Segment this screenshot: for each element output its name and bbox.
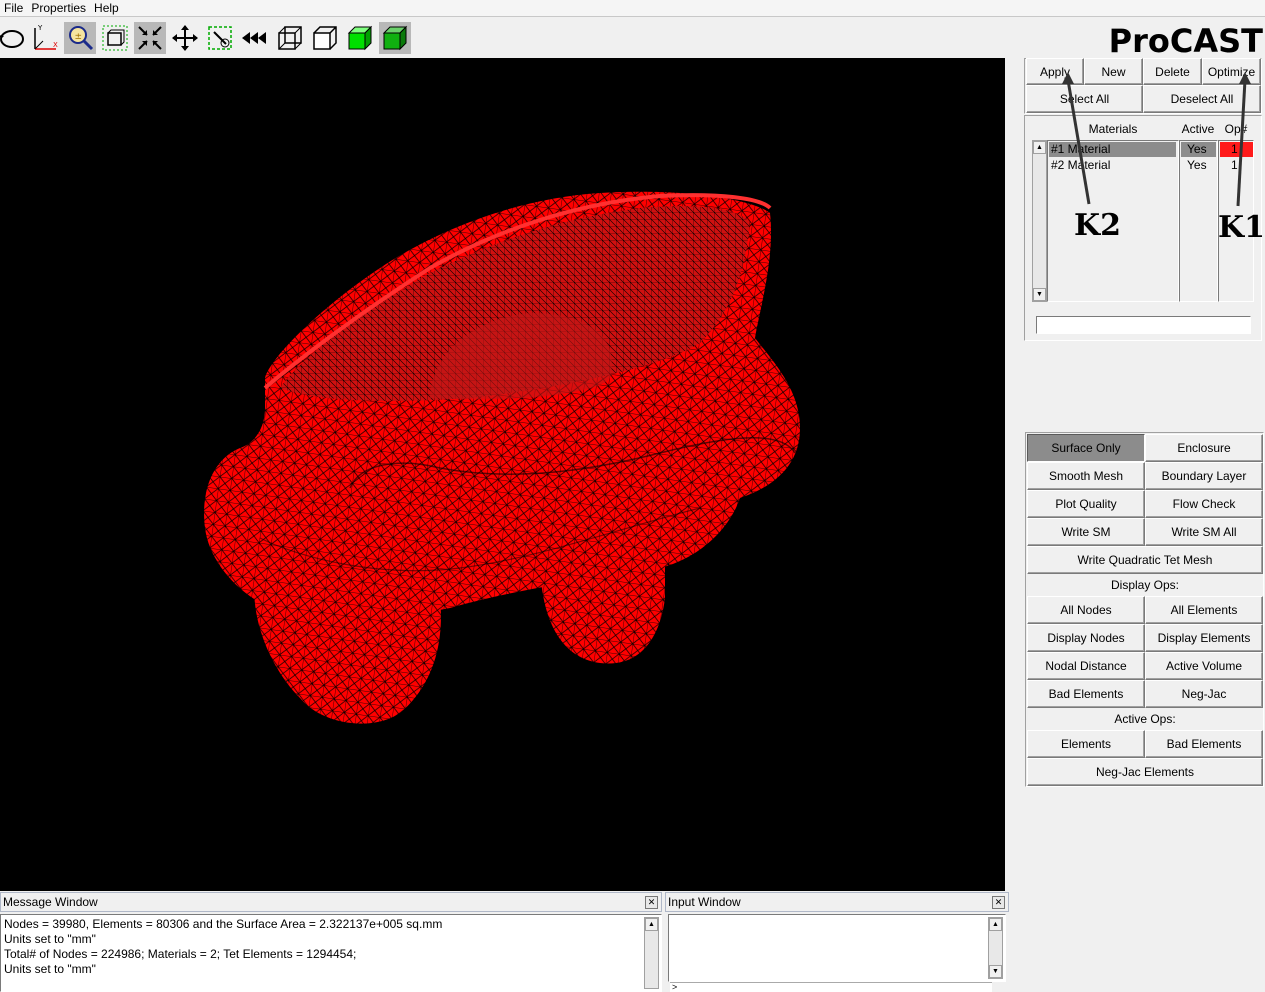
scroll-down-icon[interactable]: ▼ <box>1033 288 1046 301</box>
all-elements-button[interactable]: All Elements <box>1145 596 1263 624</box>
flow-check-button[interactable]: Flow Check <box>1145 490 1263 518</box>
right-panel: Apply New Delete Optimize Select All Des… <box>1005 58 1265 891</box>
zoom-icon[interactable]: ± <box>64 22 96 54</box>
scroll-up-icon[interactable]: ▲ <box>645 918 658 931</box>
smooth-mesh-button[interactable]: Smooth Mesh <box>1027 462 1145 490</box>
input-close-icon[interactable]: ✕ <box>992 896 1005 909</box>
mesh-model <box>204 191 800 724</box>
pan-icon[interactable] <box>169 22 201 54</box>
toolbar: YX ± <box>0 18 1265 58</box>
scroll-down-icon[interactable]: ▼ <box>989 965 1002 978</box>
write-sm-all-button[interactable]: Write SM All <box>1145 518 1263 546</box>
input-window-text[interactable]: ▲ ▼ <box>668 914 1006 982</box>
surface-only-button[interactable]: Surface Only <box>1027 434 1145 462</box>
rotate-icon[interactable] <box>0 22 28 54</box>
rewind-icon[interactable] <box>239 22 271 54</box>
message-line: Nodes = 39980, Elements = 80306 and the … <box>4 917 443 931</box>
svg-text:±: ± <box>75 32 83 42</box>
message-window-title: Message Window ✕ <box>0 892 662 912</box>
bad-elements-button[interactable]: Bad Elements <box>1027 680 1145 708</box>
write-sm-button[interactable]: Write SM <box>1027 518 1145 546</box>
display-nodes-button[interactable]: Display Nodes <box>1027 624 1145 652</box>
procast-logo: ProCAST <box>1108 22 1263 60</box>
input-prompt[interactable]: > <box>670 982 992 992</box>
material-input[interactable] <box>1036 316 1251 334</box>
neg-jac-elements-button[interactable]: Neg-Jac Elements <box>1027 758 1263 786</box>
enclosure-button[interactable]: Enclosure <box>1145 434 1263 462</box>
display-ops-label: Display Ops: <box>1110 578 1180 592</box>
axes-icon[interactable]: YX <box>28 22 60 54</box>
svg-text:X: X <box>53 41 58 49</box>
menu-bar: File Properties Help <box>0 0 1265 17</box>
message-window-label: Message Window <box>3 895 98 909</box>
boundary-layer-button[interactable]: Boundary Layer <box>1145 462 1263 490</box>
nodal-distance-button[interactable]: Nodal Distance <box>1027 652 1145 680</box>
fit-view-icon[interactable] <box>99 22 131 54</box>
input-scrollbar[interactable]: ▲ ▼ <box>988 917 1003 979</box>
message-line: Units set to "mm" <box>4 962 96 976</box>
menu-file[interactable]: File <box>0 0 27 16</box>
green-cube-icon[interactable] <box>344 22 376 54</box>
message-line: Units set to "mm" <box>4 932 96 946</box>
menu-properties[interactable]: Properties <box>27 0 90 16</box>
message-window-text: Nodes = 39980, Elements = 80306 and the … <box>0 914 662 992</box>
input-window-title: Input Window ✕ <box>665 892 1009 912</box>
box-icon[interactable] <box>309 22 341 54</box>
pick-icon[interactable] <box>204 22 236 54</box>
write-quadratic-tet-mesh-button[interactable]: Write Quadratic Tet Mesh <box>1027 546 1263 574</box>
wireframe-box-icon[interactable] <box>274 22 306 54</box>
active-ops-label: Active Ops: <box>1114 712 1176 726</box>
solid-cube-icon[interactable] <box>379 22 411 54</box>
scroll-up-icon[interactable]: ▲ <box>989 918 1002 931</box>
active-volume-button[interactable]: Active Volume <box>1145 652 1263 680</box>
input-window-label: Input Window <box>668 895 741 909</box>
svg-text:Y: Y <box>37 24 43 32</box>
annotation-k1: K1 <box>1218 210 1265 245</box>
neg-jac-button[interactable]: Neg-Jac <box>1145 680 1263 708</box>
message-line: Total# of Nodes = 224986; Materials = 2;… <box>4 947 357 961</box>
message-scrollbar[interactable]: ▲ <box>644 917 659 989</box>
active-bad-elements-button[interactable]: Bad Elements <box>1145 730 1263 758</box>
display-elements-button[interactable]: Display Elements <box>1145 624 1263 652</box>
menu-help[interactable]: Help <box>90 0 123 16</box>
all-nodes-button[interactable]: All Nodes <box>1027 596 1145 624</box>
plot-quality-button[interactable]: Plot Quality <box>1027 490 1145 518</box>
elements-button[interactable]: Elements <box>1027 730 1145 758</box>
shrink-icon[interactable] <box>134 22 166 54</box>
message-close-icon[interactable]: ✕ <box>645 896 658 909</box>
annotation-k2: K2 <box>1074 208 1121 243</box>
graphics-viewport[interactable] <box>0 58 1005 891</box>
